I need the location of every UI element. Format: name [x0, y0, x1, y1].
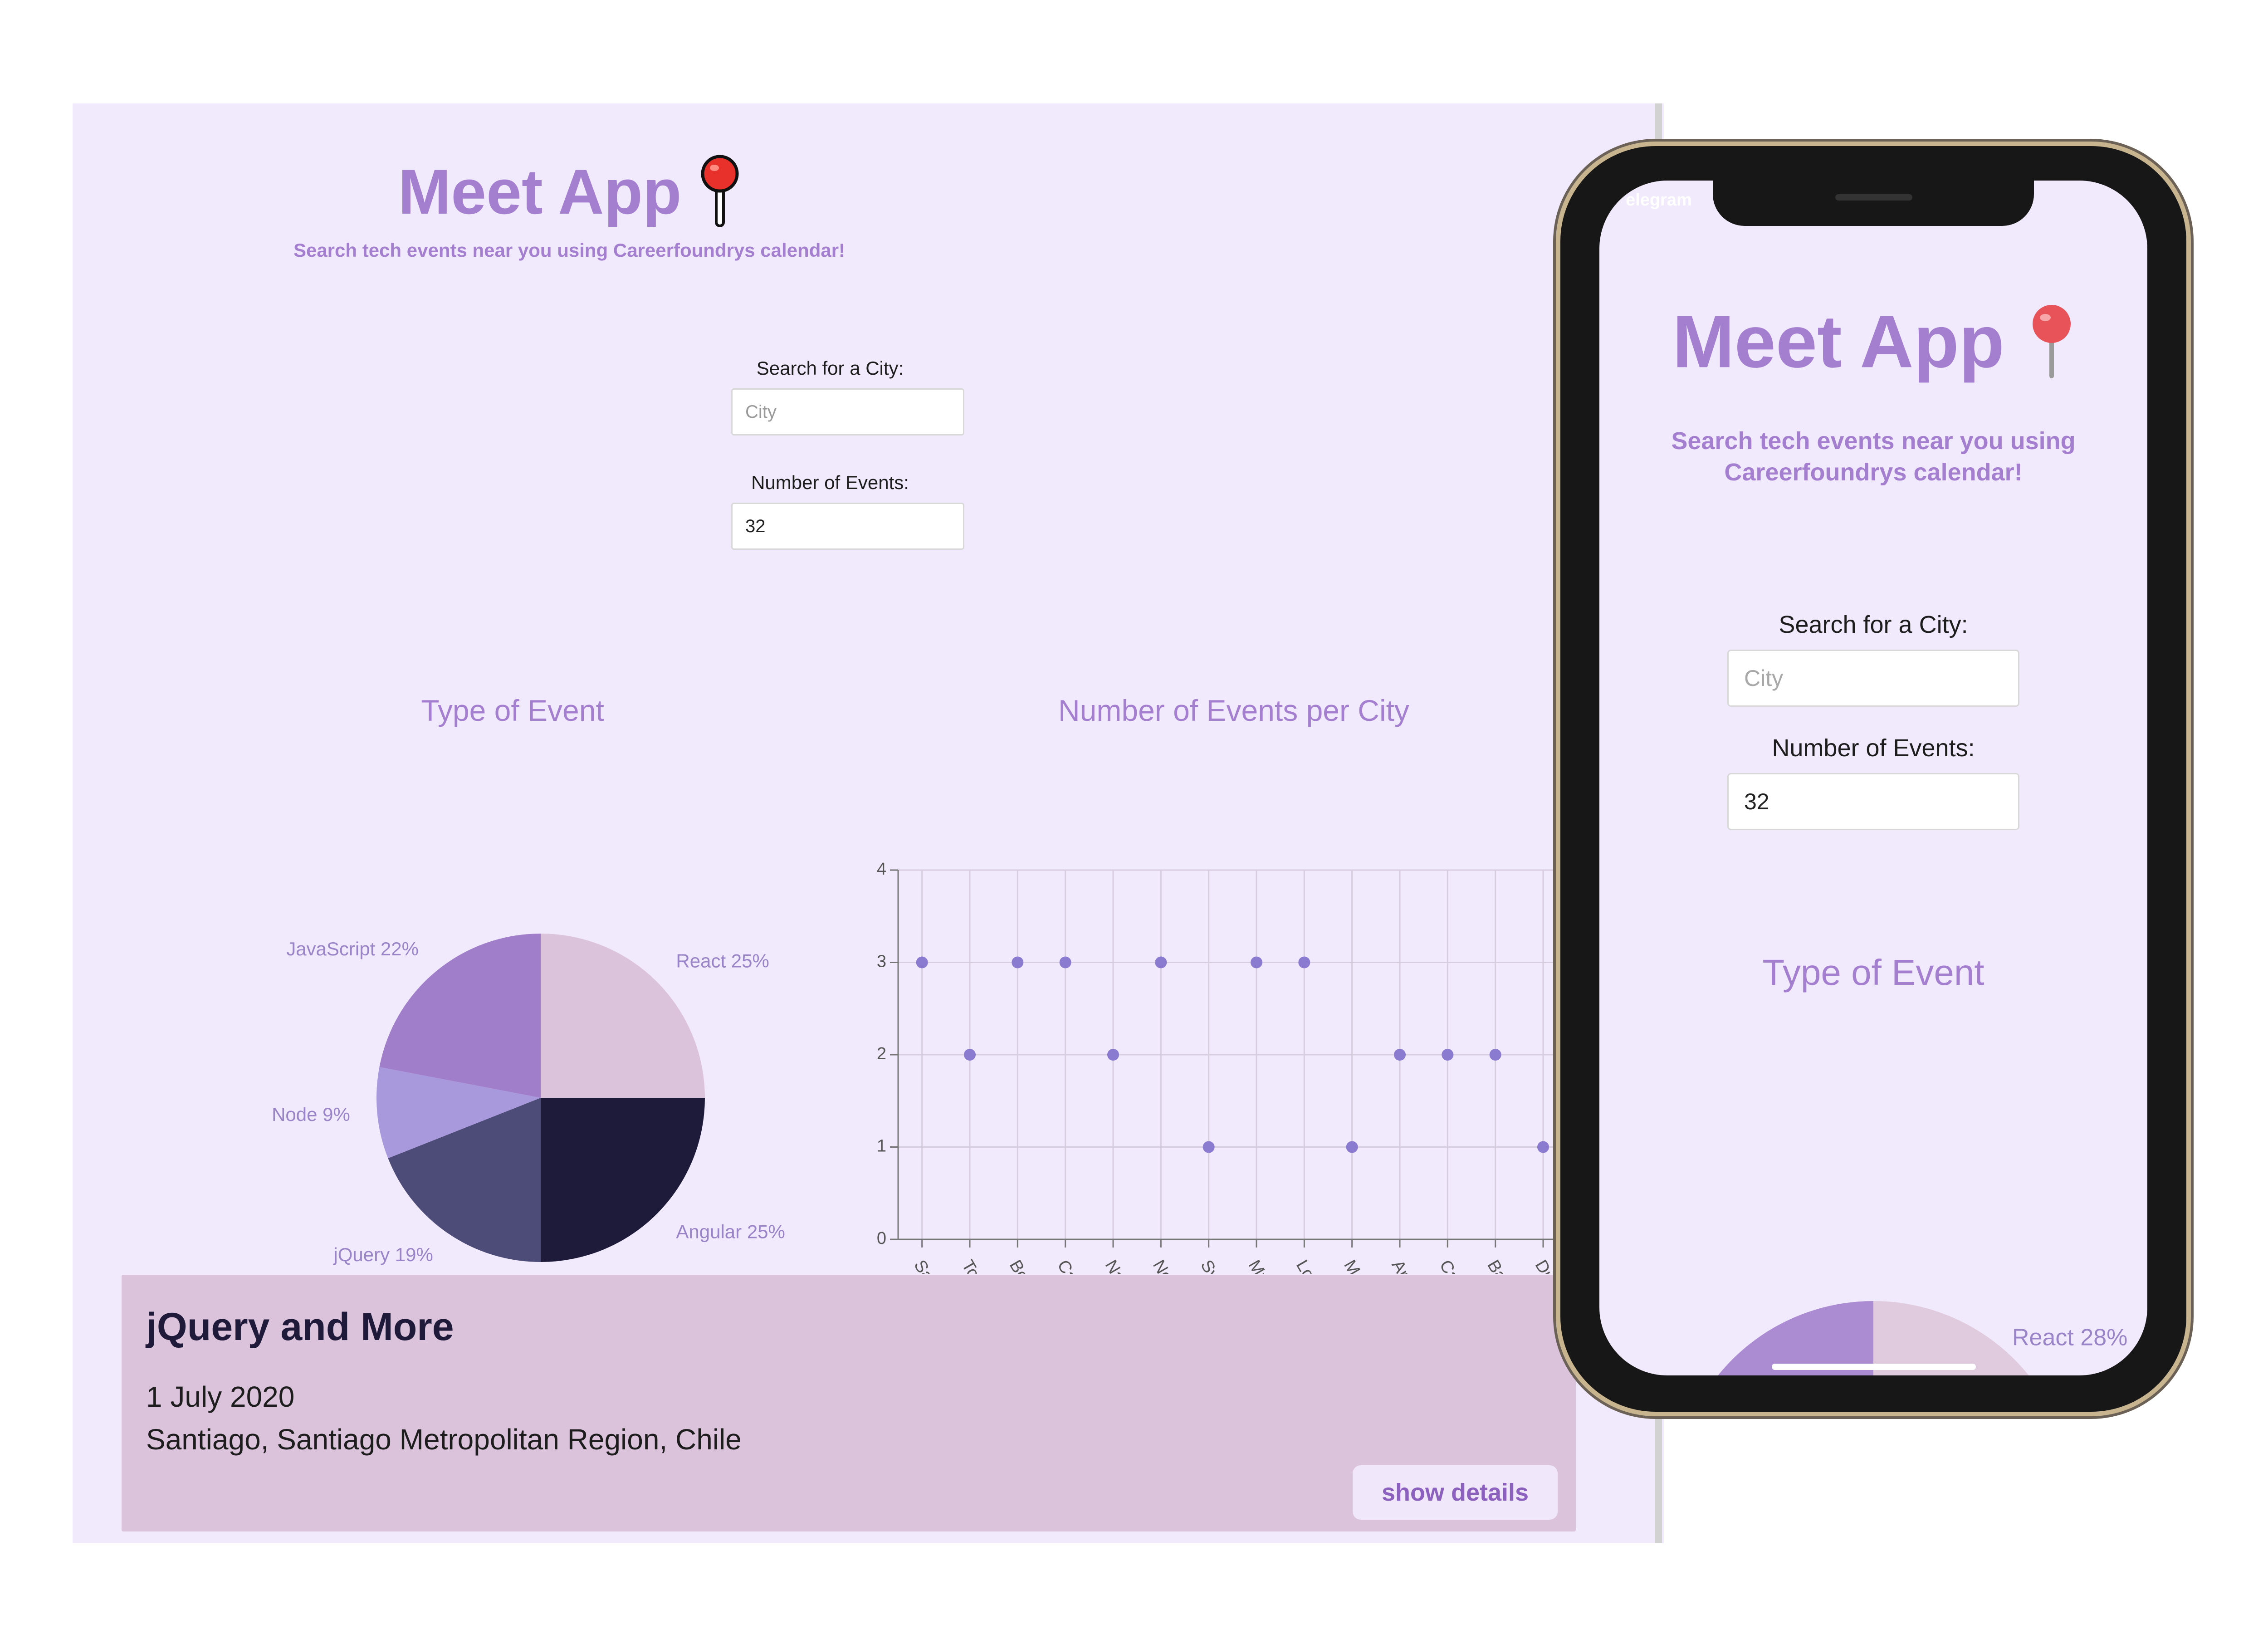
app-title: Meet App	[398, 156, 682, 227]
x-tick-label-bangkok: Bangkok	[1483, 1257, 1534, 1274]
event-date: 1 July 2020	[146, 1380, 295, 1413]
scatter-point-berlin	[1012, 956, 1024, 969]
x-tick-label-new-york: New York	[1149, 1257, 1202, 1274]
phone-pie-chart-title: Type of Event	[1762, 952, 1984, 993]
scatter-point-dubai	[1537, 1141, 1549, 1153]
home-indicator	[1772, 1364, 1976, 1370]
pie-label-react: React 25%	[676, 950, 769, 972]
phone-pie-label-react: React 28%	[2012, 1325, 2127, 1351]
phone-number-of-events-input[interactable]	[1727, 773, 2019, 830]
y-tick-label: 0	[877, 1229, 886, 1248]
event-type-pie-chart: React 25% Angular 25% jQuery 19% Node 9% Jav…	[272, 934, 785, 1265]
pie-chart-title: Type of Event	[421, 694, 604, 727]
scatter-chart-title: Number of Events per City	[1058, 694, 1409, 727]
x-tick-label-london: London	[1292, 1257, 1338, 1274]
city-search-input[interactable]	[731, 388, 964, 435]
number-of-events-input[interactable]	[731, 503, 964, 550]
scatter-point-california	[1442, 1049, 1454, 1061]
phone-city-search-input[interactable]	[1727, 650, 2019, 707]
x-tick-label-nairobi: Nairobi	[1101, 1257, 1145, 1274]
pie-label-node: Node 9%	[272, 1104, 350, 1125]
phone-number-of-events-label: Number of Events:	[1772, 734, 1975, 762]
pie-label-angular: Angular 25%	[676, 1221, 785, 1242]
phone-screen: elegram Meet App Search tech events near…	[1599, 181, 2147, 1375]
app-header: Meet App	[73, 153, 1066, 240]
scatter-point-london	[1298, 956, 1310, 969]
scatter-point-nairobi	[1107, 1049, 1119, 1061]
phone-notch	[1713, 181, 2034, 226]
phone-app-header: Meet App	[1599, 303, 2147, 392]
x-tick-label-tokyo: Tokyo	[958, 1257, 997, 1274]
pie-label-jquery: jQuery 19%	[332, 1244, 433, 1265]
event-title: jQuery and More	[146, 1305, 454, 1349]
y-tick-label: 3	[877, 952, 886, 971]
phone-app-title: Meet App	[1672, 300, 2004, 383]
scatter-point-new-york	[1155, 956, 1167, 969]
status-bar-text: elegram	[1626, 191, 1692, 210]
y-tick-label: 2	[877, 1044, 886, 1063]
phone-mockup: elegram Meet App Search tech events near…	[1560, 146, 2186, 1412]
x-tick-label-santiago: Santiago	[910, 1257, 960, 1274]
map-pin-icon	[699, 153, 740, 240]
scatter-point-santiago	[916, 956, 928, 969]
phone-city-search-label: Search for a City:	[1779, 611, 1968, 638]
scatter-point-amsterdam	[1394, 1049, 1406, 1061]
number-of-events-label: Number of Events:	[751, 472, 909, 493]
y-tick-label: 4	[877, 860, 886, 879]
y-tick-label: 1	[877, 1137, 886, 1156]
scatter-grid: 0 1 2 3 4	[877, 860, 1616, 1248]
desktop-app-window: Meet App Search tech events near you usi…	[73, 103, 1664, 1543]
pie-label-javascript: JavaScript 22%	[286, 938, 419, 959]
phone-map-pin-icon	[2029, 303, 2074, 392]
city-search-label: Search for a City:	[756, 357, 904, 379]
x-tick-label-moscow: Moscow	[1340, 1257, 1388, 1274]
phone-event-type-pie-chart: React 28%e 9%Script 19%	[1599, 1301, 2127, 1375]
x-tick-label-california: California	[1436, 1257, 1489, 1274]
phone-pie-label-javascript: Script 19%	[1599, 1338, 1608, 1365]
event-card: jQuery and More 1 July 2020 Santiago, Sa…	[122, 1275, 1576, 1531]
speaker-grille	[1835, 194, 1912, 201]
app-subtitle: Search tech events near you using Career…	[293, 240, 846, 261]
events-per-city-scatter-chart: 01234SantiagoTokyoBerlinCape TownNairobi…	[877, 860, 1624, 1274]
x-tick-label-mumbai: Mumbai	[1245, 1257, 1292, 1274]
phone-app-subtitle: Search tech events near you using Career…	[1671, 427, 2076, 486]
scatter-point-sydney-nsw	[1202, 1141, 1215, 1153]
scatter-point-mumbai	[1251, 956, 1262, 969]
show-details-button[interactable]: show details	[1353, 1465, 1558, 1520]
scatter-point-moscow	[1346, 1141, 1358, 1153]
x-tick-label-berlin: Berlin	[1006, 1257, 1044, 1274]
scatter-point-tokyo	[964, 1049, 976, 1061]
scatter-point-bangkok	[1489, 1049, 1501, 1061]
event-location: Santiago, Santiago Metropolitan Region, …	[146, 1423, 742, 1456]
scatter-point-cape-town	[1059, 956, 1071, 969]
